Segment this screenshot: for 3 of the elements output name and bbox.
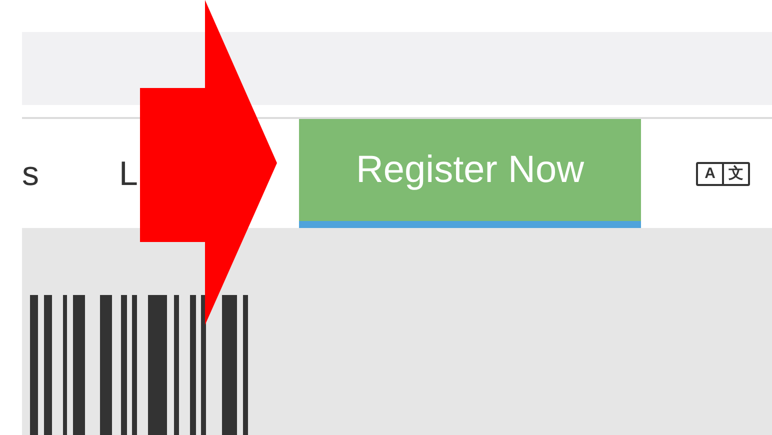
language-button[interactable]: A 文 <box>696 162 750 186</box>
nav-link[interactable]: s <box>22 156 39 190</box>
nav-link[interactable]: L <box>119 156 138 190</box>
